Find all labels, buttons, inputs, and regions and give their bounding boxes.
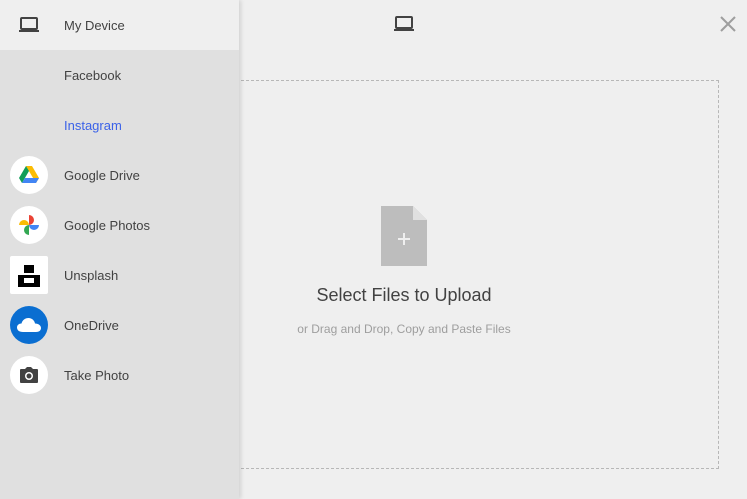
- sidebar-item-label: OneDrive: [64, 317, 119, 333]
- sidebar-item-label: Google Drive: [64, 167, 140, 183]
- file-drop-zone[interactable]: [226, 80, 719, 469]
- add-file-icon[interactable]: [381, 206, 427, 266]
- sidebar-item-label: Instagram: [64, 117, 122, 133]
- sidebar-item-label: Facebook: [64, 67, 122, 83]
- sidebar-item-google-photos[interactable]: Google Photos: [0, 200, 239, 250]
- sidebar-item-unsplash[interactable]: Unsplash: [0, 250, 239, 300]
- onedrive-icon: [10, 306, 48, 344]
- upload-subtitle: or Drag and Drop, Copy and Paste Files: [297, 322, 511, 336]
- sidebar-item-label: Google Photos: [64, 217, 151, 233]
- sidebar-item-facebook[interactable]: Facebook: [0, 50, 239, 100]
- sidebar-item-instagram[interactable]: Instagram: [0, 100, 239, 150]
- unsplash-icon: [10, 256, 48, 294]
- camera-icon: [10, 356, 48, 394]
- google-drive-icon: [10, 156, 48, 194]
- sidebar-item-label: Take Photo: [64, 367, 130, 383]
- sidebar-item-onedrive[interactable]: OneDrive: [0, 300, 239, 350]
- close-icon[interactable]: [719, 15, 737, 33]
- laptop-icon: [393, 14, 415, 34]
- laptop-icon: [10, 6, 48, 44]
- sidebar-item-take-photo[interactable]: Take Photo: [0, 350, 239, 400]
- sidebar-item-my-device[interactable]: My Device: [0, 0, 239, 50]
- sidebar-item-google-drive[interactable]: Google Drive: [0, 150, 239, 200]
- sidebar-item-label: Unsplash: [64, 267, 119, 283]
- source-sidebar: My Device Facebook Instagram Google Driv…: [0, 0, 239, 499]
- upload-title: Select Files to Upload: [316, 285, 492, 305]
- google-photos-icon: [10, 206, 48, 244]
- sidebar-item-label: My Device: [64, 17, 125, 33]
